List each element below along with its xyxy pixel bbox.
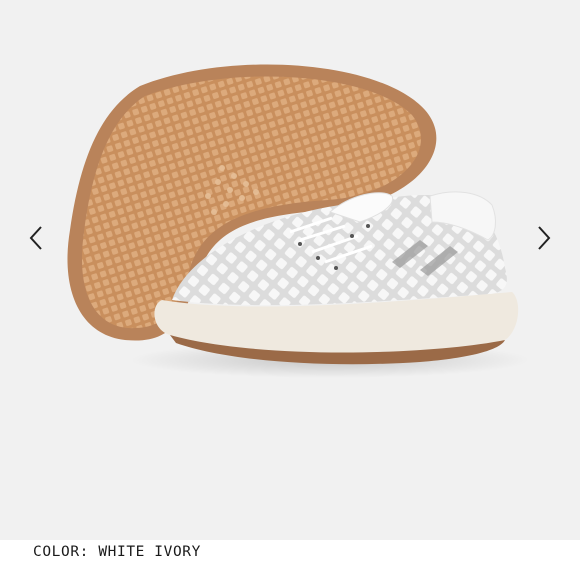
chevron-left-icon bbox=[29, 226, 42, 250]
previous-image-button[interactable] bbox=[16, 218, 56, 258]
product-image-gallery bbox=[0, 0, 580, 540]
next-image-button[interactable] bbox=[524, 218, 564, 258]
color-label: COLOR: bbox=[33, 544, 89, 560]
color-value: WHITE IVORY bbox=[98, 544, 201, 560]
product-image bbox=[67, 64, 530, 378]
chevron-right-icon bbox=[538, 226, 551, 250]
color-caption: COLOR: WHITE IVORY bbox=[33, 544, 201, 560]
